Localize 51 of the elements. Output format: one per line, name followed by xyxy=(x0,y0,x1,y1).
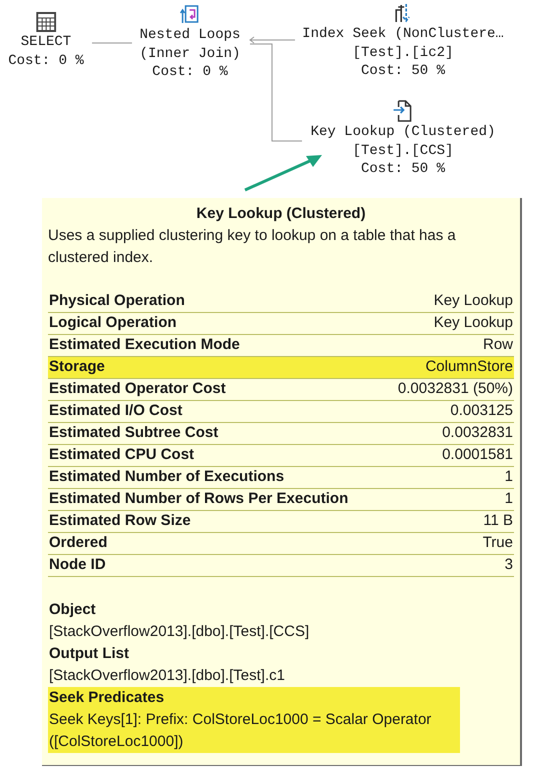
property-value: True xyxy=(482,533,513,554)
property-value: 0.0032831 (50%) xyxy=(398,379,513,400)
node-label: Key Lookup (Clustered) xyxy=(310,123,496,142)
section-label: Object xyxy=(49,600,97,620)
property-value: 0.0001581 xyxy=(442,445,513,466)
property-label: Node ID xyxy=(49,555,106,576)
node-label: Cost: 50 % xyxy=(360,62,446,80)
node-label: [Test].[CCS] xyxy=(352,142,454,160)
property-label: Storage xyxy=(49,357,105,378)
property-label: Ordered xyxy=(49,533,108,554)
section-value: [StackOverflow2013].[dbo].[Test].[CCS] xyxy=(49,622,310,642)
connector-arrow xyxy=(249,36,296,44)
section-label: Output List xyxy=(49,644,130,664)
tooltip-description: Uses a supplied clustering key to lookup on a table that has a clustered index. xyxy=(48,226,457,268)
property-value: ColumnStore xyxy=(425,357,513,378)
property-label: Physical Operation xyxy=(49,291,185,312)
node-label: Nested Loops xyxy=(140,26,240,44)
document-arrow-icon xyxy=(393,100,413,122)
node-label: Cost: 0 % xyxy=(151,63,229,82)
property-value: 11 B xyxy=(483,511,513,532)
property-label: Estimated Number of Executions xyxy=(49,467,284,488)
property-label: Logical Operation xyxy=(49,313,177,334)
property-value: Row xyxy=(482,335,513,356)
tooltip-title: Key Lookup (Clustered) xyxy=(195,204,367,224)
property-label: Estimated Row Size xyxy=(49,511,191,532)
node-label: Cost: 0 % xyxy=(8,52,84,70)
branch-icon xyxy=(394,2,412,24)
property-value: 0.0032831 xyxy=(442,423,513,444)
section-value: [StackOverflow2013].[dbo].[Test].c1 xyxy=(49,666,286,686)
property-label: Estimated Execution Mode xyxy=(49,335,240,356)
section-label: Seek Predicates xyxy=(49,688,166,708)
property-label: Estimated Operator Cost xyxy=(49,379,226,400)
table-icon xyxy=(36,12,56,32)
node-label: (Inner Join) xyxy=(140,44,240,63)
property-label: Estimated I/O Cost xyxy=(49,401,182,422)
property-value: 0.003125 xyxy=(450,401,513,422)
property-value: 3 xyxy=(504,555,513,576)
property-label: Estimated Number of Rows Per Execution xyxy=(49,489,348,510)
node-label: SELECT xyxy=(20,33,72,52)
property-label: Estimated CPU Cost xyxy=(49,445,194,466)
property-value: 1 xyxy=(504,489,513,510)
connector-line xyxy=(92,42,132,44)
node-label: Index Seek (NonClustere… xyxy=(302,25,504,44)
property-value: Key Lookup xyxy=(434,291,513,312)
property-label: Estimated Subtree Cost xyxy=(49,423,218,444)
loop-icon xyxy=(180,3,200,25)
section-value: Seek Keys[1]: Prefix: ColStoreLoc1000 = Scalar Operator ([ColStoreLoc1000]) xyxy=(49,710,432,752)
node-label: Cost: 50 % xyxy=(360,160,446,178)
property-value: Key Lookup xyxy=(434,313,513,334)
property-value: 1 xyxy=(504,467,513,488)
node-label: [Test].[ic2] xyxy=(352,44,454,62)
